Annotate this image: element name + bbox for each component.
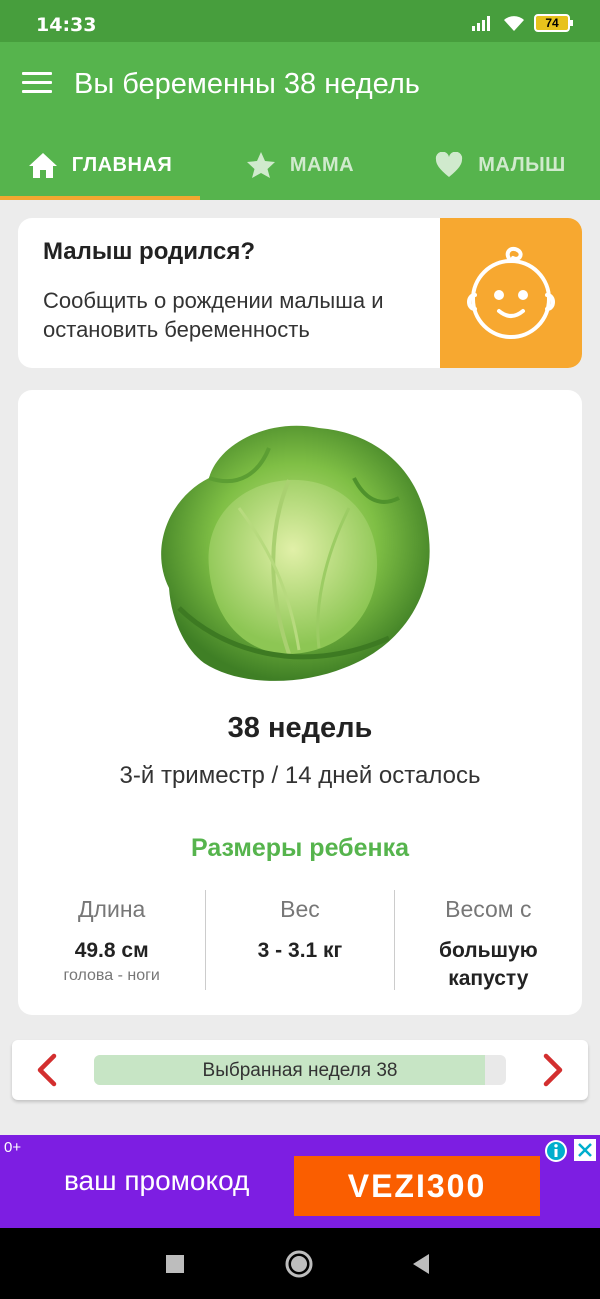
ad-info-icon[interactable]	[544, 1139, 568, 1163]
trimester-text: 3-й триместр / 14 дней осталось	[119, 762, 481, 789]
metric-length: Длина 49.8 см голова - ноги	[18, 890, 205, 990]
baby-born-text: Сообщить о рождении малыша и остановить …	[43, 288, 384, 342]
baby-born-title: Малыш родился?	[43, 238, 255, 265]
tab-mama[interactable]: МАМА	[200, 130, 400, 200]
metric-size-compare-label: Весом с	[445, 896, 532, 922]
metric-length-value: 49.8 см	[74, 939, 149, 962]
ad-banner[interactable]: 0+ ваш промокод VEZI300	[0, 1135, 600, 1228]
tab-baby-label: МАЛЫШ	[478, 153, 566, 176]
metric-length-sub: голова - ноги	[63, 967, 160, 984]
tab-bar: ГЛАВНАЯ МАМА МАЛЫШ	[0, 130, 600, 200]
ad-promo-text: ваш промокод	[64, 1165, 250, 1196]
baby-sizes-title: Размеры ребенка	[190, 834, 410, 862]
metric-length-label: Длина	[77, 896, 146, 922]
back-triangle-icon[interactable]	[406, 1248, 438, 1280]
previous-week-arrow-icon[interactable]	[30, 1052, 66, 1088]
page-title: Вы беременны 38 недель	[74, 68, 420, 100]
star-icon	[246, 150, 276, 180]
week-navigator: Выбранная неделя 38	[12, 1040, 588, 1100]
tab-home-label: ГЛАВНАЯ	[71, 153, 173, 176]
system-nav-bar	[0, 1228, 600, 1299]
baby-metrics: Длина 49.8 см голова - ноги Вес 3 - 3.1 …	[18, 890, 582, 990]
ad-promo-code: VEZI300	[294, 1156, 540, 1216]
metric-weight: Вес 3 - 3.1 кг	[205, 890, 393, 990]
baby-face-icon	[440, 218, 582, 368]
week-info-card: 38 недель 3-й триместр / 14 дней осталос…	[18, 390, 582, 1015]
metric-weight-label: Вес	[280, 896, 320, 922]
recents-square-icon[interactable]	[159, 1248, 191, 1280]
metric-size-compare-value: большую капусту	[438, 939, 538, 990]
ad-age-rating: 0+	[4, 1139, 22, 1156]
battery-icon: 74	[534, 14, 573, 32]
ad-close-icon[interactable]	[574, 1139, 596, 1161]
home-icon	[28, 150, 58, 180]
status-time: 14:33	[36, 14, 97, 36]
metric-size-compare: Весом с большую капусту	[393, 890, 582, 990]
cabbage-image	[161, 425, 430, 681]
signal-icon	[472, 16, 490, 31]
baby-born-card[interactable]: Малыш родился? Сообщить о рождении малыш…	[18, 218, 582, 368]
weeks-heading: 38 недель	[227, 712, 373, 744]
tab-baby[interactable]: МАЛЫШ	[400, 130, 600, 200]
status-icons: 74	[472, 14, 573, 32]
hamburger-menu-icon[interactable]	[22, 72, 52, 96]
metric-weight-value: 3 - 3.1 кг	[257, 939, 343, 962]
tab-mama-label: МАМА	[289, 153, 355, 176]
wifi-icon	[504, 16, 524, 31]
status-bar: 14:33 74	[0, 0, 600, 42]
week-progress-bar[interactable]: Выбранная неделя 38	[94, 1055, 506, 1085]
app-bar: Вы беременны 38 недель	[0, 42, 600, 130]
home-circle-icon[interactable]	[283, 1248, 315, 1280]
tab-home[interactable]: ГЛАВНАЯ	[0, 130, 200, 200]
selected-week-label: Выбранная неделя 38	[202, 1060, 398, 1081]
next-week-arrow-icon[interactable]	[534, 1052, 570, 1088]
heart-icon	[434, 150, 464, 180]
